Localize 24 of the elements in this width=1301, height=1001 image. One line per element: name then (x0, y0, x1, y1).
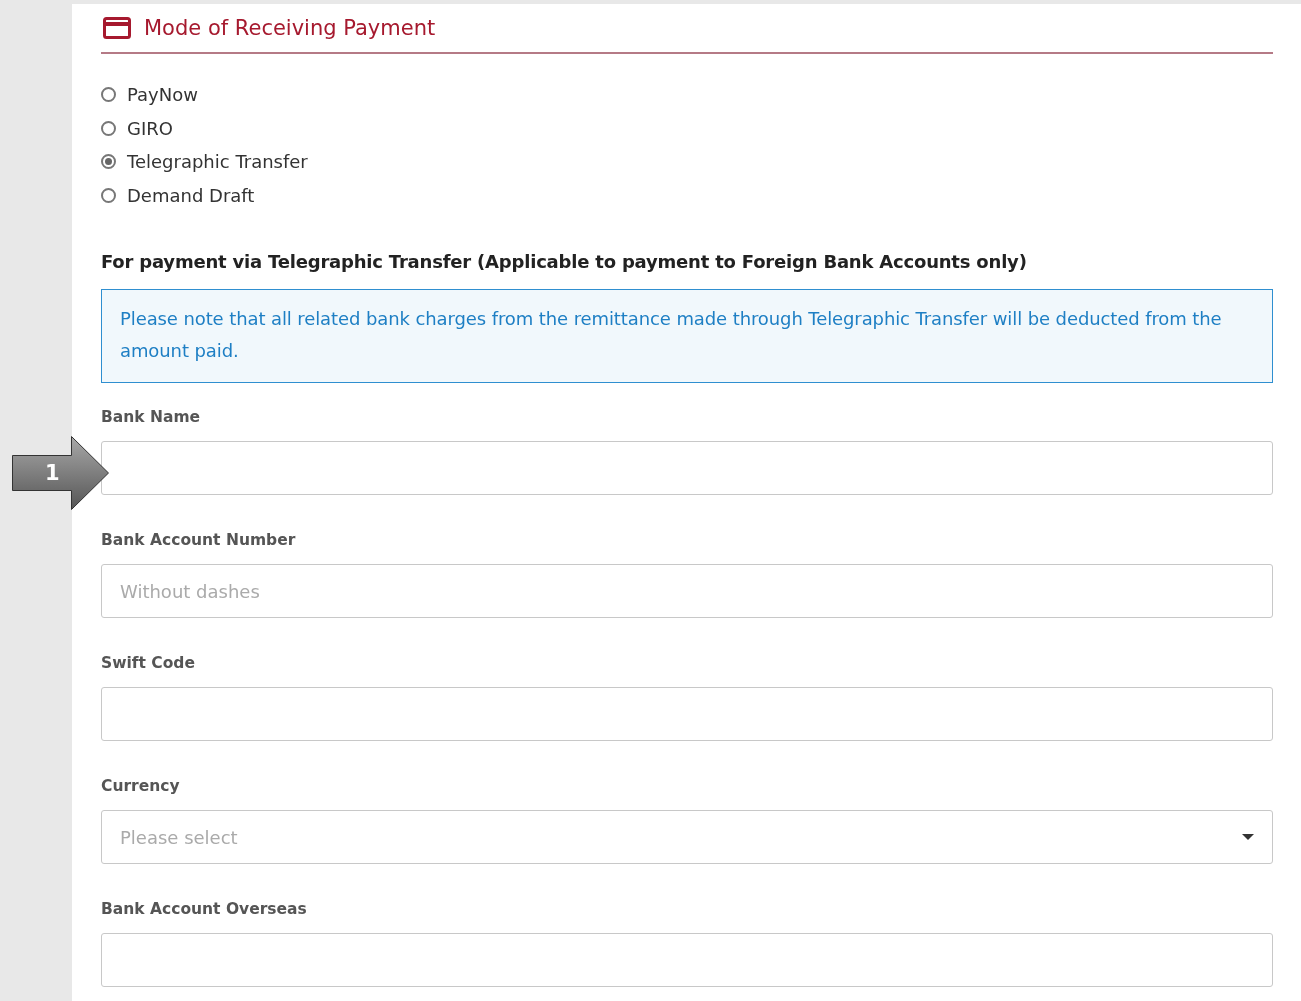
placeholder-text: Please select (120, 826, 238, 848)
input-field[interactable] (101, 441, 1273, 495)
radio-label[interactable]: Telegraphic Transfer (127, 151, 308, 173)
placeholder-text: Without dashes (120, 580, 260, 602)
notice-box: Please note that all related bank charges from the remittance made through Telegraphic Transfer will be deducted from the amount paid. (101, 289, 1273, 383)
section-title: Mode of Receiving Payment (144, 16, 436, 40)
input-field[interactable] (101, 687, 1273, 741)
radio-label[interactable]: GIRO (127, 117, 173, 139)
radio-button[interactable] (101, 120, 116, 136)
radio-button[interactable] (101, 187, 116, 203)
input-field[interactable] (101, 933, 1273, 987)
radio-button[interactable] (101, 154, 116, 170)
credit-card-icon (103, 17, 131, 39)
field-label: Swift Code (101, 653, 196, 673)
caret-icon (1242, 833, 1254, 841)
radio-button[interactable] (101, 87, 116, 103)
field-label: Bank Account Number (101, 530, 297, 550)
field-label: Bank Name (101, 407, 202, 427)
radio-label[interactable]: PayNow (127, 84, 198, 106)
step-number: 1 (45, 460, 60, 486)
radio-label[interactable]: Demand Draft (127, 184, 255, 206)
field-label: Bank Account Overseas (101, 899, 308, 919)
field-label: Currency (101, 776, 181, 796)
subheading: For payment via Telegraphic Transfer (Applicable to payment to Foreign Bank Accounts only) (101, 251, 1028, 272)
